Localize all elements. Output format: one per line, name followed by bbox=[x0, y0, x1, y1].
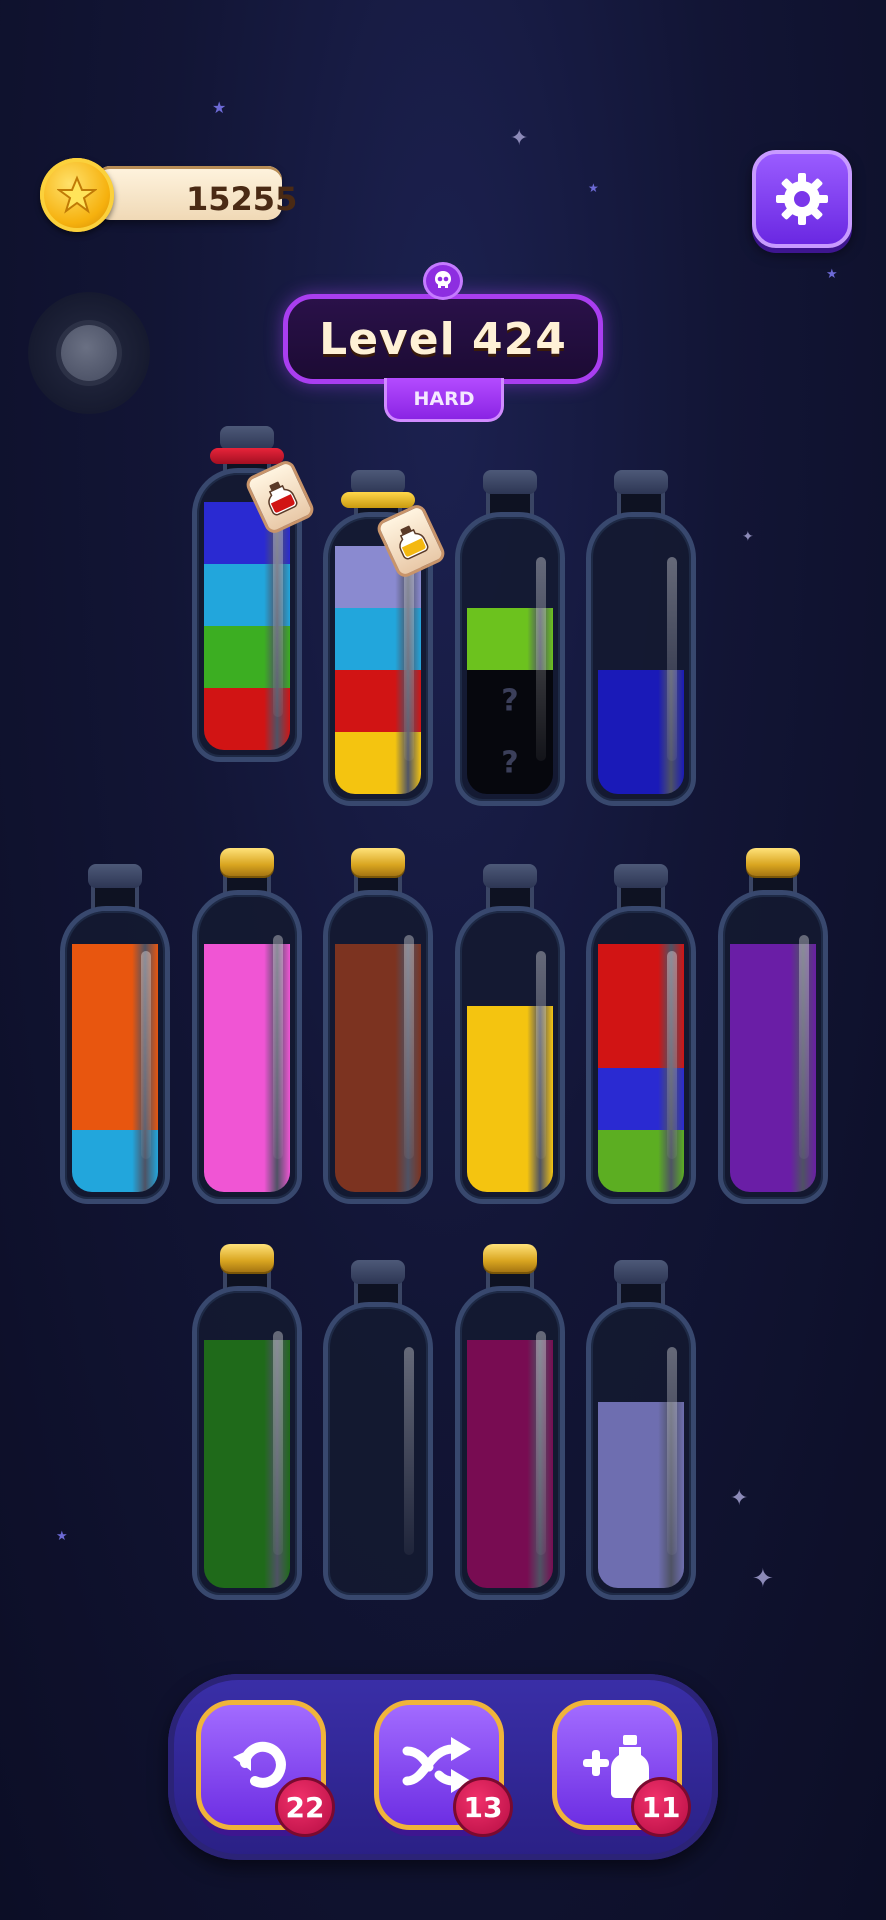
bottle-body bbox=[323, 1302, 433, 1600]
bottle-shine bbox=[273, 1331, 283, 1555]
bottle-rim bbox=[351, 1260, 405, 1284]
bottle-body bbox=[323, 890, 433, 1204]
bottle-shine bbox=[667, 557, 677, 761]
shuffle-button[interactable]: 13 bbox=[374, 1700, 513, 1837]
bottle[interactable] bbox=[192, 848, 302, 1204]
bottle[interactable] bbox=[60, 864, 170, 1204]
bottle-shine bbox=[404, 935, 414, 1159]
bottle-body bbox=[586, 906, 696, 1204]
gear-icon bbox=[776, 173, 828, 225]
bottle-rim bbox=[220, 426, 274, 450]
add-bottle-button[interactable]: 11 bbox=[552, 1700, 691, 1837]
bottle[interactable]: ?? bbox=[455, 470, 565, 806]
bottle-shine bbox=[404, 1347, 414, 1555]
bottle-body bbox=[586, 512, 696, 806]
skull-icon bbox=[423, 262, 463, 300]
powerup-bar: 22 13 11 bbox=[168, 1674, 718, 1860]
bottle[interactable] bbox=[192, 426, 317, 762]
bottle[interactable] bbox=[455, 864, 565, 1204]
level-banner: Level 424 bbox=[283, 294, 603, 384]
bottle-cork bbox=[746, 848, 800, 876]
bottle-rim bbox=[88, 864, 142, 888]
bottle-rim bbox=[614, 864, 668, 888]
bottle-body bbox=[455, 1286, 565, 1600]
bottle-shine bbox=[799, 935, 809, 1159]
bottle-cork bbox=[483, 1244, 537, 1272]
bottle-shine bbox=[141, 951, 151, 1159]
sparkle-decoration: ✦ bbox=[742, 529, 754, 545]
coin-value: 15255 bbox=[186, 180, 298, 218]
undo-count-badge: 22 bbox=[275, 1777, 335, 1837]
bottle[interactable] bbox=[323, 848, 433, 1204]
sparkle-decoration: ✦ bbox=[510, 126, 529, 151]
star-decoration: ★ bbox=[826, 267, 838, 282]
bottle-rim bbox=[614, 470, 668, 494]
bottle-body bbox=[586, 1302, 696, 1600]
bottle-cork bbox=[220, 848, 274, 876]
bottle-shine bbox=[536, 557, 546, 761]
bottle-rim bbox=[483, 864, 537, 888]
coin-counter: 15255 bbox=[40, 158, 297, 232]
bottle-body bbox=[718, 890, 828, 1204]
bottle[interactable] bbox=[192, 1244, 302, 1600]
bottle[interactable] bbox=[323, 1260, 433, 1600]
bottle[interactable] bbox=[718, 848, 828, 1204]
bottle-rim bbox=[351, 470, 405, 494]
undo-button[interactable]: 22 bbox=[196, 1700, 335, 1837]
bottle-body bbox=[60, 906, 170, 1204]
add-bottle-count-badge: 11 bbox=[631, 1777, 691, 1837]
difficulty-badge: HARD bbox=[384, 378, 504, 422]
bottle-shine bbox=[536, 1331, 546, 1555]
bottle-shine bbox=[667, 951, 677, 1159]
bottle[interactable] bbox=[455, 1244, 565, 1600]
sparkle-decoration: ✦ bbox=[752, 1564, 774, 1594]
assistive-touch-knob bbox=[61, 325, 117, 381]
star-decoration: ★ bbox=[56, 1529, 68, 1544]
bottle-rope bbox=[341, 492, 415, 508]
bottle[interactable] bbox=[586, 470, 696, 806]
bottle-body bbox=[192, 890, 302, 1204]
bottle-body bbox=[455, 906, 565, 1204]
bottle-body bbox=[192, 1286, 302, 1600]
bottle-cork bbox=[351, 848, 405, 876]
bottle-rim bbox=[483, 470, 537, 494]
bottle-body: ?? bbox=[455, 512, 565, 806]
bottle-shine bbox=[273, 513, 283, 717]
settings-button[interactable] bbox=[752, 150, 852, 248]
bottle-shine bbox=[404, 557, 414, 761]
bottle-shine bbox=[667, 1347, 677, 1555]
bottle-rim bbox=[614, 1260, 668, 1284]
bottle[interactable] bbox=[323, 470, 448, 806]
bottle-cork bbox=[220, 1244, 274, 1272]
bottle[interactable] bbox=[586, 864, 696, 1204]
bottle-shine bbox=[536, 951, 546, 1159]
bottle-shine bbox=[273, 935, 283, 1159]
coin-counter-bar: 15255 bbox=[96, 166, 297, 220]
star-coin-icon bbox=[40, 158, 114, 232]
star-decoration: ★ bbox=[588, 181, 599, 195]
star-decoration: ★ bbox=[212, 98, 227, 117]
bottle[interactable] bbox=[586, 1260, 696, 1600]
bottle-rope bbox=[210, 448, 284, 464]
assistive-touch-button[interactable] bbox=[28, 292, 150, 414]
level-title: Level 424 bbox=[319, 313, 567, 365]
shuffle-count-badge: 13 bbox=[453, 1777, 513, 1837]
sparkle-decoration: ✦ bbox=[730, 1486, 749, 1511]
